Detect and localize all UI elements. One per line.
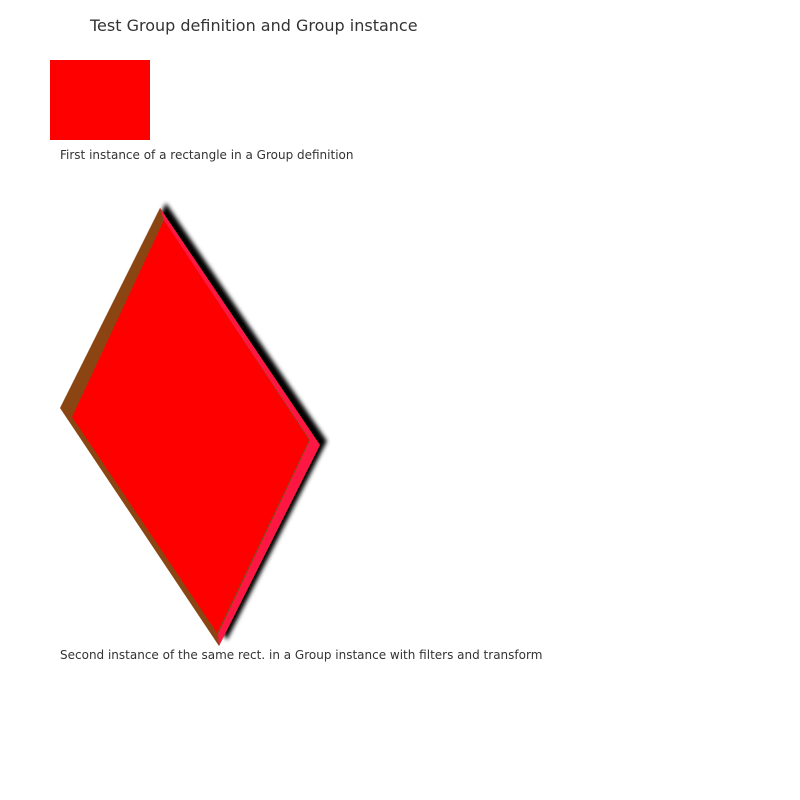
second-rectangle-instance	[60, 203, 327, 646]
first-rectangle	[50, 60, 150, 140]
first-instance-caption: First instance of a rectangle in a Group…	[60, 148, 354, 162]
second-instance-caption: Second instance of the same rect. in a G…	[60, 648, 543, 662]
rhombus-face	[72, 220, 309, 633]
test-graphic	[50, 60, 327, 646]
